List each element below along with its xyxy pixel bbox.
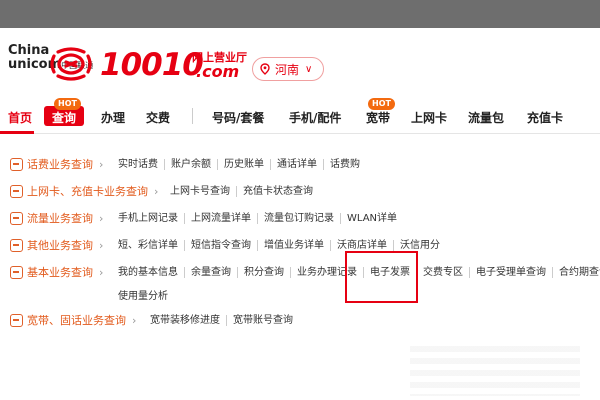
links-other: 短、彩信详单 短信指令查询 增值业务详单 沃商店详单 沃信用分 bbox=[118, 240, 446, 251]
nav-broadband[interactable]: HOT 宽带 bbox=[366, 98, 395, 126]
menu-row-data: 流量业务查询 › bbox=[10, 208, 109, 228]
nav-topup-card-label: 充值卡 bbox=[527, 111, 564, 125]
nav-data-card-label: 上网卡 bbox=[411, 111, 448, 125]
nav-home-label: 首页 bbox=[8, 111, 33, 125]
nav-handle-label: 办理 bbox=[101, 111, 126, 125]
nav-data-card[interactable]: 上网卡 bbox=[411, 109, 447, 126]
link-wo-credit[interactable]: 沃信用分 bbox=[393, 240, 446, 251]
dotcom-label: .com bbox=[196, 62, 240, 81]
nav-number-plan[interactable]: 号码/套餐 bbox=[212, 109, 264, 126]
menu-row-datacard: 上网卡、充值卡业务查询 › bbox=[10, 181, 164, 201]
nav-phone-accessories-label: 手机/配件 bbox=[289, 111, 342, 125]
link-sms-mms-detail[interactable]: 短、彩信详单 bbox=[118, 240, 184, 251]
link-fee-purchase[interactable]: 话费购 bbox=[323, 159, 366, 170]
nav-data-pack-label: 流量包 bbox=[468, 111, 505, 125]
chevron-right-icon: › bbox=[99, 157, 104, 171]
other-service-icon bbox=[10, 238, 23, 252]
faint-background-content bbox=[410, 346, 580, 396]
link-sms-command[interactable]: 短信指令查询 bbox=[184, 240, 257, 251]
category-basic[interactable]: 基本业务查询 bbox=[27, 264, 93, 280]
chevron-right-icon: › bbox=[132, 313, 137, 327]
links-broadband: 宽带装移修进度 宽带账号查询 bbox=[150, 315, 299, 326]
nav-number-plan-label: 号码/套餐 bbox=[212, 111, 265, 125]
menu-row-other: 其他业务查询 › bbox=[10, 235, 109, 255]
top-overlay bbox=[0, 0, 600, 28]
chevron-right-icon: › bbox=[99, 265, 104, 279]
link-wo-store-detail[interactable]: 沃商店详单 bbox=[330, 240, 393, 251]
nav-query-label: 查询 bbox=[52, 111, 77, 125]
category-broadband[interactable]: 宽带、固话业务查询 bbox=[27, 312, 126, 328]
province-label: 河南 bbox=[275, 62, 300, 77]
billing-icon bbox=[10, 157, 23, 171]
link-broadband-account[interactable]: 宽带账号查询 bbox=[226, 315, 299, 326]
basic-service-icon bbox=[10, 265, 23, 279]
link-vas-detail[interactable]: 增值业务详单 bbox=[257, 240, 330, 251]
link-balance-query[interactable]: 余量查询 bbox=[184, 267, 237, 278]
link-account-balance[interactable]: 账户余额 bbox=[164, 159, 217, 170]
chevron-down-icon: ∨ bbox=[305, 63, 313, 75]
nav-handle[interactable]: 办理 bbox=[101, 109, 125, 126]
link-history-bill[interactable]: 历史账单 bbox=[217, 159, 270, 170]
menu-row-basic: 基本业务查询 › bbox=[10, 262, 109, 282]
menu-row-broadband: 宽带、固话业务查询 › bbox=[10, 310, 142, 330]
card-icon bbox=[10, 184, 23, 198]
hot-badge: HOT bbox=[54, 98, 81, 110]
nav-topup-card[interactable]: 充值卡 bbox=[527, 109, 563, 126]
link-datapack-orders[interactable]: 流量包订购记录 bbox=[257, 213, 340, 224]
hot-badge: HOT bbox=[368, 98, 395, 110]
nav-phone-accessories[interactable]: 手机/配件 bbox=[289, 109, 341, 126]
data-traffic-icon bbox=[10, 211, 23, 225]
category-data[interactable]: 流量业务查询 bbox=[27, 210, 93, 226]
chevron-right-icon: › bbox=[99, 211, 104, 225]
nav-separator bbox=[192, 108, 193, 124]
link-e-form-query[interactable]: 电子受理单查询 bbox=[469, 267, 552, 278]
nav-broadband-label: 宽带 bbox=[366, 111, 391, 125]
nav-data-pack[interactable]: 流量包 bbox=[468, 109, 504, 126]
link-points-query[interactable]: 积分查询 bbox=[237, 267, 290, 278]
nav-pay-label: 交费 bbox=[146, 111, 171, 125]
link-my-basic-info[interactable]: 我的基本信息 bbox=[118, 267, 184, 278]
hotline-number: 10010 bbox=[100, 47, 204, 83]
category-other[interactable]: 其他业务查询 bbox=[27, 237, 93, 253]
nav-query[interactable]: HOT 查询 bbox=[52, 98, 81, 126]
province-selector[interactable]: 河南 ∨ bbox=[252, 57, 324, 81]
nav-pay[interactable]: 交费 bbox=[146, 109, 170, 126]
menu-row-billing: 话费业务查询 › bbox=[10, 154, 109, 174]
nav-home[interactable]: 首页 bbox=[8, 109, 32, 126]
links-data: 手机上网记录 上网流量详单 流量包订购记录 WLAN详单 bbox=[118, 213, 403, 224]
link-datacard-number[interactable]: 上网卡号查询 bbox=[170, 186, 236, 197]
category-datacard[interactable]: 上网卡、充值卡业务查询 bbox=[27, 183, 148, 199]
chevron-right-icon: › bbox=[154, 184, 159, 198]
link-broadband-progress[interactable]: 宽带装移修进度 bbox=[150, 315, 226, 326]
links-datacard: 上网卡号查询 充值卡状态查询 bbox=[170, 186, 319, 197]
annotation-highlight-box bbox=[345, 251, 418, 303]
chevron-right-icon: › bbox=[99, 238, 104, 252]
link-contract-query[interactable]: 合约期查询 bbox=[552, 267, 600, 278]
category-billing[interactable]: 话费业务查询 bbox=[27, 156, 93, 172]
link-wlan-detail[interactable]: WLAN详单 bbox=[340, 213, 403, 224]
link-payment-zone[interactable]: 交费专区 bbox=[416, 267, 469, 278]
link-call-detail[interactable]: 通话详单 bbox=[270, 159, 323, 170]
page-background-below bbox=[0, 340, 600, 400]
broadband-icon bbox=[10, 313, 23, 327]
link-mobile-web-record[interactable]: 手机上网记录 bbox=[118, 213, 184, 224]
link-topup-status[interactable]: 充值卡状态查询 bbox=[236, 186, 319, 197]
link-usage-analysis[interactable]: 使用量分析 bbox=[118, 287, 168, 302]
link-realtime-fee[interactable]: 实时话费 bbox=[118, 159, 164, 170]
location-pin-icon bbox=[260, 63, 270, 75]
link-web-traffic-detail[interactable]: 上网流量详单 bbox=[184, 213, 257, 224]
china-unicom-knot-icon bbox=[50, 47, 92, 81]
links-billing: 实时话费 账户余额 历史账单 通话详单 话费购 bbox=[118, 159, 366, 170]
